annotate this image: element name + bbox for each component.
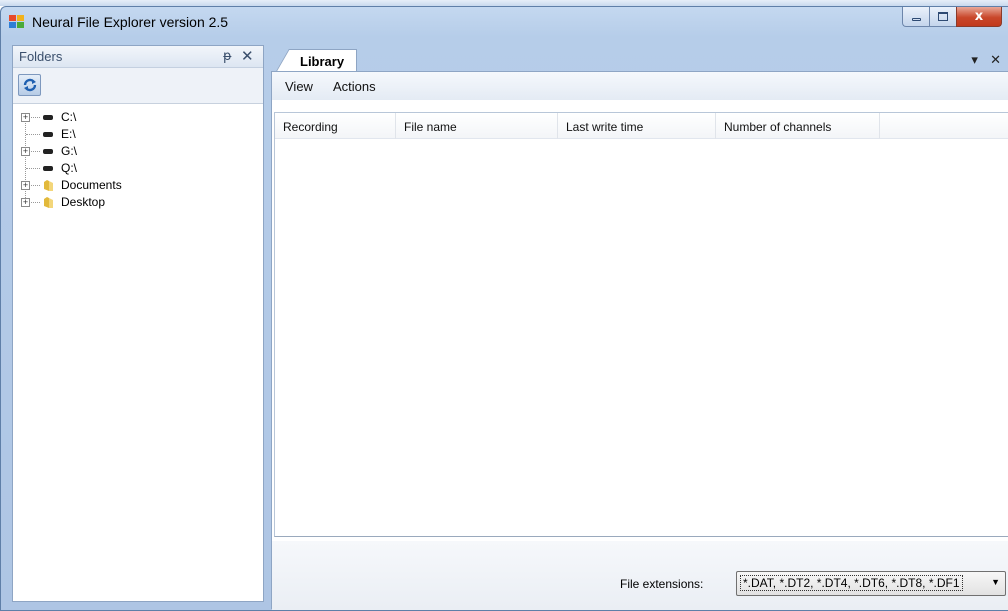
library-panel: View Actions Recording File name Last wr…: [271, 71, 1008, 610]
tree-item-label: Desktop: [61, 195, 106, 209]
tree-item[interactable]: + G:\: [13, 143, 263, 160]
tree-item-label: Q:\: [61, 161, 78, 175]
folders-pane-header: Folders ᵽ ✕: [13, 46, 263, 68]
file-extensions-label: File extensions:: [620, 577, 704, 591]
minimize-icon: [911, 18, 921, 21]
app-window: Neural File Explorer version 2.5 x Folde…: [0, 6, 1008, 611]
folders-pane-close-icon[interactable]: ✕: [241, 47, 254, 65]
refresh-button[interactable]: [18, 74, 41, 96]
library-status-bar: File extensions: *.DAT, *.DT2, *.DT4, *.…: [272, 541, 1008, 610]
tree-item[interactable]: E:\: [13, 126, 263, 143]
tab-controls: ▾ ✕: [963, 53, 1001, 68]
folders-pane: Folders ᵽ ✕ + C:\ E:\ + G:\ Q:\ + Documents + Des…: [12, 45, 264, 602]
tree-item-label: G:\: [61, 144, 78, 158]
app-icon: [9, 15, 25, 29]
tree-item-label: E:\: [61, 127, 76, 141]
expand-icon[interactable]: +: [21, 181, 30, 190]
menu-actions[interactable]: Actions: [333, 79, 376, 94]
close-icon: x: [974, 9, 984, 24]
menu-view[interactable]: View: [285, 79, 313, 94]
window-title: Neural File Explorer version 2.5: [32, 14, 229, 30]
expand-icon[interactable]: +: [21, 113, 30, 122]
maximize-button[interactable]: [929, 7, 956, 27]
file-extensions-value: *.DAT, *.DT2, *.DT4, *.DT6, *.DT8, *.DF1: [740, 575, 963, 591]
folder-icon: [44, 197, 53, 208]
list-header: Recording File name Last write time Numb…: [275, 113, 1008, 139]
expand-icon[interactable]: +: [21, 147, 30, 156]
tab-close-icon[interactable]: ✕: [990, 53, 1001, 68]
drive-icon: [43, 115, 53, 120]
library-menubar: View Actions: [272, 72, 1008, 100]
tree-item[interactable]: + C:\: [13, 109, 263, 126]
tree-item-label: C:\: [61, 110, 77, 124]
tree-item[interactable]: + Documents: [13, 177, 263, 194]
tree-branch-line: [26, 134, 40, 135]
tree-branch-line: [26, 168, 40, 169]
document-tabstrip: Library ▾ ✕: [271, 45, 1008, 73]
folders-toolbar: [13, 68, 263, 104]
drive-icon: [43, 132, 53, 137]
caption-buttons: x: [902, 7, 1002, 27]
expand-icon[interactable]: +: [21, 198, 30, 207]
drive-icon: [43, 149, 53, 154]
recordings-list[interactable]: Recording File name Last write time Numb…: [274, 112, 1008, 537]
title-bar[interactable]: Neural File Explorer version 2.5 x: [1, 7, 1008, 37]
column-recording[interactable]: Recording: [275, 113, 396, 139]
drive-icon: [43, 166, 53, 171]
column-last-write-time[interactable]: Last write time: [558, 113, 716, 139]
refresh-icon: [23, 78, 36, 92]
minimize-button[interactable]: [902, 7, 929, 27]
folders-pane-title: Folders: [19, 49, 63, 64]
tree-item[interactable]: Q:\: [13, 160, 263, 177]
folder-icon: [44, 180, 53, 191]
tree-item-label: Documents: [61, 178, 122, 192]
close-window-button[interactable]: x: [956, 7, 1002, 27]
chevron-down-icon: ▼: [991, 577, 1000, 587]
maximize-icon: [938, 12, 948, 21]
tab-dropdown-icon[interactable]: ▾: [971, 53, 978, 68]
file-extensions-dropdown[interactable]: *.DAT, *.DT2, *.DT4, *.DT6, *.DT8, *.DF1…: [736, 571, 1006, 596]
column-file-name[interactable]: File name: [396, 113, 558, 139]
tab-library-label: Library: [300, 54, 345, 69]
tree-item[interactable]: + Desktop: [13, 194, 263, 211]
pin-icon[interactable]: ᵽ: [223, 49, 232, 64]
folder-tree: + C:\ E:\ + G:\ Q:\ + Documents + Desktop: [13, 104, 263, 211]
column-number-of-channels[interactable]: Number of channels: [716, 113, 880, 139]
